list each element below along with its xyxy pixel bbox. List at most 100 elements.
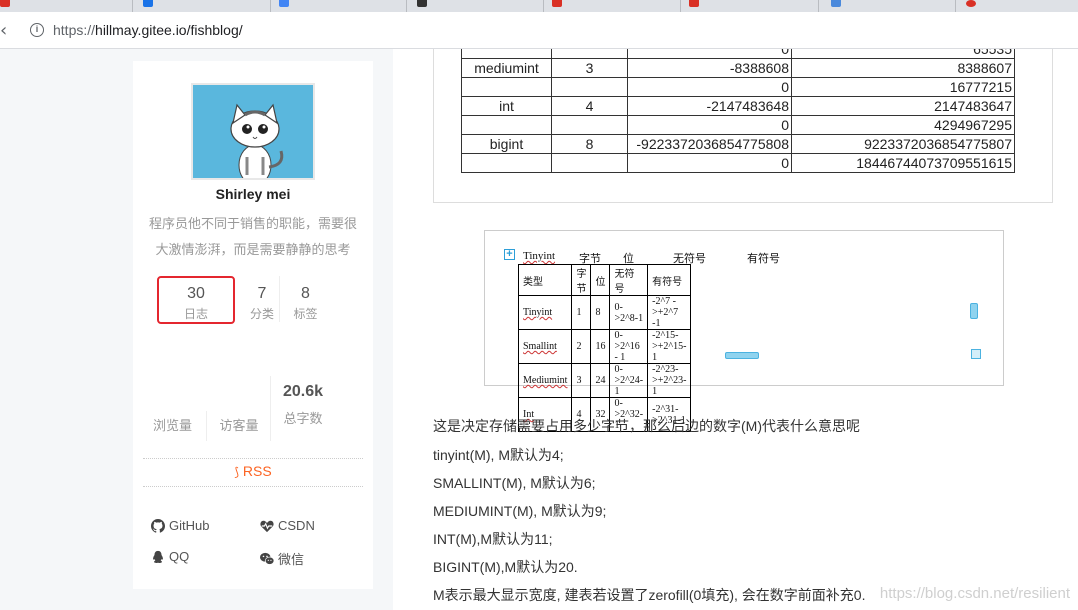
table-cell: mediumint (461, 58, 552, 78)
integer-range-image: 0 65535 mediumint 3 -8388608 8388607 0 16777215… (433, 49, 1053, 203)
rss-label: RSS (242, 463, 272, 479)
divider (143, 458, 363, 459)
table-cell: 4294967295 (791, 115, 1015, 135)
back-icon[interactable]: ‹ (0, 20, 7, 41)
table-cell: 16 (590, 329, 611, 364)
tab-favicon (966, 0, 976, 7)
table-cell: 24 (590, 363, 611, 398)
divider (143, 486, 363, 487)
link-qq[interactable]: QQ (151, 549, 189, 564)
stat-tags[interactable]: 8 标签 (279, 276, 331, 322)
link-github[interactable]: GitHub (151, 518, 209, 533)
table-cell (551, 115, 628, 135)
avatar (191, 83, 315, 180)
table-cell (461, 153, 552, 173)
rss-link[interactable]: ⟆ RSS (133, 463, 373, 479)
url-path: hillmay.gitee.io/fishblog/ (95, 22, 243, 38)
tab-favicon (552, 0, 562, 7)
word-header-cell: Tinyint (523, 250, 556, 262)
table-cell: 18446744073709551615 (791, 153, 1015, 173)
qq-icon (153, 550, 163, 563)
tab-favicon (143, 0, 153, 7)
author-name: Shirley mei (215, 186, 291, 202)
browser-tab[interactable] (543, 0, 562, 12)
tab-favicon (689, 0, 699, 7)
browser-tab[interactable] (955, 0, 976, 12)
table-cell: -2147483648 (627, 96, 792, 116)
link-qq-label: QQ (169, 549, 190, 564)
github-icon (151, 518, 165, 533)
table-cell: 位 (590, 264, 611, 296)
table-cell: 0 (627, 115, 792, 135)
table-cell: Smallint (517, 329, 573, 364)
table-row: 0 4294967295 (461, 115, 1015, 135)
link-csdn-label: CSDN (278, 518, 315, 533)
address-bar[interactable]: ‹ i https://hillmay.gitee.io/fishblog/ (0, 12, 1078, 49)
table-cell: 9223372036854775807 (791, 134, 1015, 154)
table-cell (461, 77, 552, 97)
table-cell: -2^7 ->+2^7 -1 (647, 295, 692, 330)
paragraph: BIGINT(M),M默认为20. (433, 559, 578, 575)
paragraph: MEDIUMINT(M), M默认为9; (433, 503, 607, 519)
browser-tab[interactable] (680, 0, 699, 12)
table-cell: 0->2^16 - 1 (609, 329, 649, 364)
table-cell: -2^23->+2^23-1 (647, 363, 692, 398)
paragraph: SMALLINT(M), M默认为6; (433, 475, 596, 491)
table-cell (551, 77, 628, 97)
resize-handle-bottom (725, 352, 759, 359)
tab-favicon (831, 0, 841, 7)
link-wechat[interactable]: 微信 (260, 549, 304, 568)
tab-favicon (279, 0, 289, 7)
table-cell: bigint (461, 134, 552, 154)
table-cell: 8388607 (791, 58, 1015, 78)
table-cell: 4 (551, 96, 628, 116)
stat-tags-count: 8 (301, 285, 310, 302)
wechat-icon (260, 552, 274, 565)
table-cell: 3 (571, 363, 592, 398)
paragraph: 这是决定存储需要占用多少字节，那么后边的数字(M)代表什么意思呢 (433, 418, 860, 434)
stat-tags-label: 标签 (293, 307, 318, 321)
word-table-image: + Tinyint 字节 位 无符号 有符号 类型 字节位无符号 有符号 Tinyin… (484, 230, 1004, 432)
site-stats: 30 日志 7 分类 8 标签 (133, 276, 373, 324)
table-row: 类型 字节位无符号 有符号 (517, 264, 692, 296)
resize-handle-corner (971, 349, 981, 359)
visit-visitors-label: 访客量 (219, 418, 259, 433)
table-row: bigint 8 -9223372036854775808 9223372036854… (461, 134, 1015, 154)
tab-favicon (417, 0, 427, 7)
table-cell: -8388608 (627, 58, 792, 78)
table-cell: 有符号 (647, 264, 692, 296)
browser-tab[interactable] (406, 0, 427, 12)
site-info-icon[interactable]: i (30, 23, 44, 37)
browser-tab-strip (0, 0, 1078, 12)
visit-visitors: 访客量 (206, 411, 271, 441)
table-cell: Mediumint (517, 363, 573, 398)
table-row: int 4 -2147483648 2147483647 (461, 96, 1015, 116)
table-cell: 8 (551, 134, 628, 154)
integer-range-table: 0 65535 mediumint 3 -8388608 8388607 0 16777215… (461, 49, 1015, 173)
url-scheme: https:// (53, 22, 96, 38)
browser-tab[interactable] (132, 0, 153, 12)
table-cell: 8 (590, 295, 611, 330)
paragraph: INT(M),M默认为11; (433, 531, 553, 547)
table-row: Smallint 2 16 0->2^16 - 1 -2^15->+2^15-1 (517, 329, 692, 364)
browser-tab[interactable] (818, 0, 841, 12)
sidebar: Shirley mei 程序员他不同于销售的职能，需要很大激情澎湃，而是需要静静… (133, 61, 373, 589)
link-csdn[interactable]: CSDN (260, 518, 315, 533)
link-github-label: GitHub (169, 518, 210, 533)
table-cell: 0 (627, 49, 792, 59)
table-row: 0 16777215 (461, 77, 1015, 97)
url-text[interactable]: https://hillmay.gitee.io/fishblog/ (53, 22, 243, 38)
visit-wordcount-label: 总字数 (283, 411, 323, 426)
table-cell: -9223372036854775808 (627, 134, 792, 154)
move-handle-icon: + (504, 249, 515, 260)
table-cell (551, 153, 628, 173)
table-cell (461, 115, 552, 135)
stat-posts[interactable]: 30 日志 (157, 276, 235, 324)
table-row: mediumint 3 -8388608 8388607 (461, 58, 1015, 78)
visit-stats: 浏览量 访客量 20.6k 总字数 (133, 376, 373, 441)
table-row: Mediumint 3 24 0->2^24-1 -2^23->+2^23-1 (517, 363, 692, 398)
table-cell: 3 (551, 58, 628, 78)
browser-tab[interactable] (270, 0, 289, 12)
paragraph: M表示最大显示宽度, 建表若设置了zerofill(0填充), 会在数字前面补充… (433, 587, 866, 603)
cat-avatar-illustration (193, 85, 313, 178)
